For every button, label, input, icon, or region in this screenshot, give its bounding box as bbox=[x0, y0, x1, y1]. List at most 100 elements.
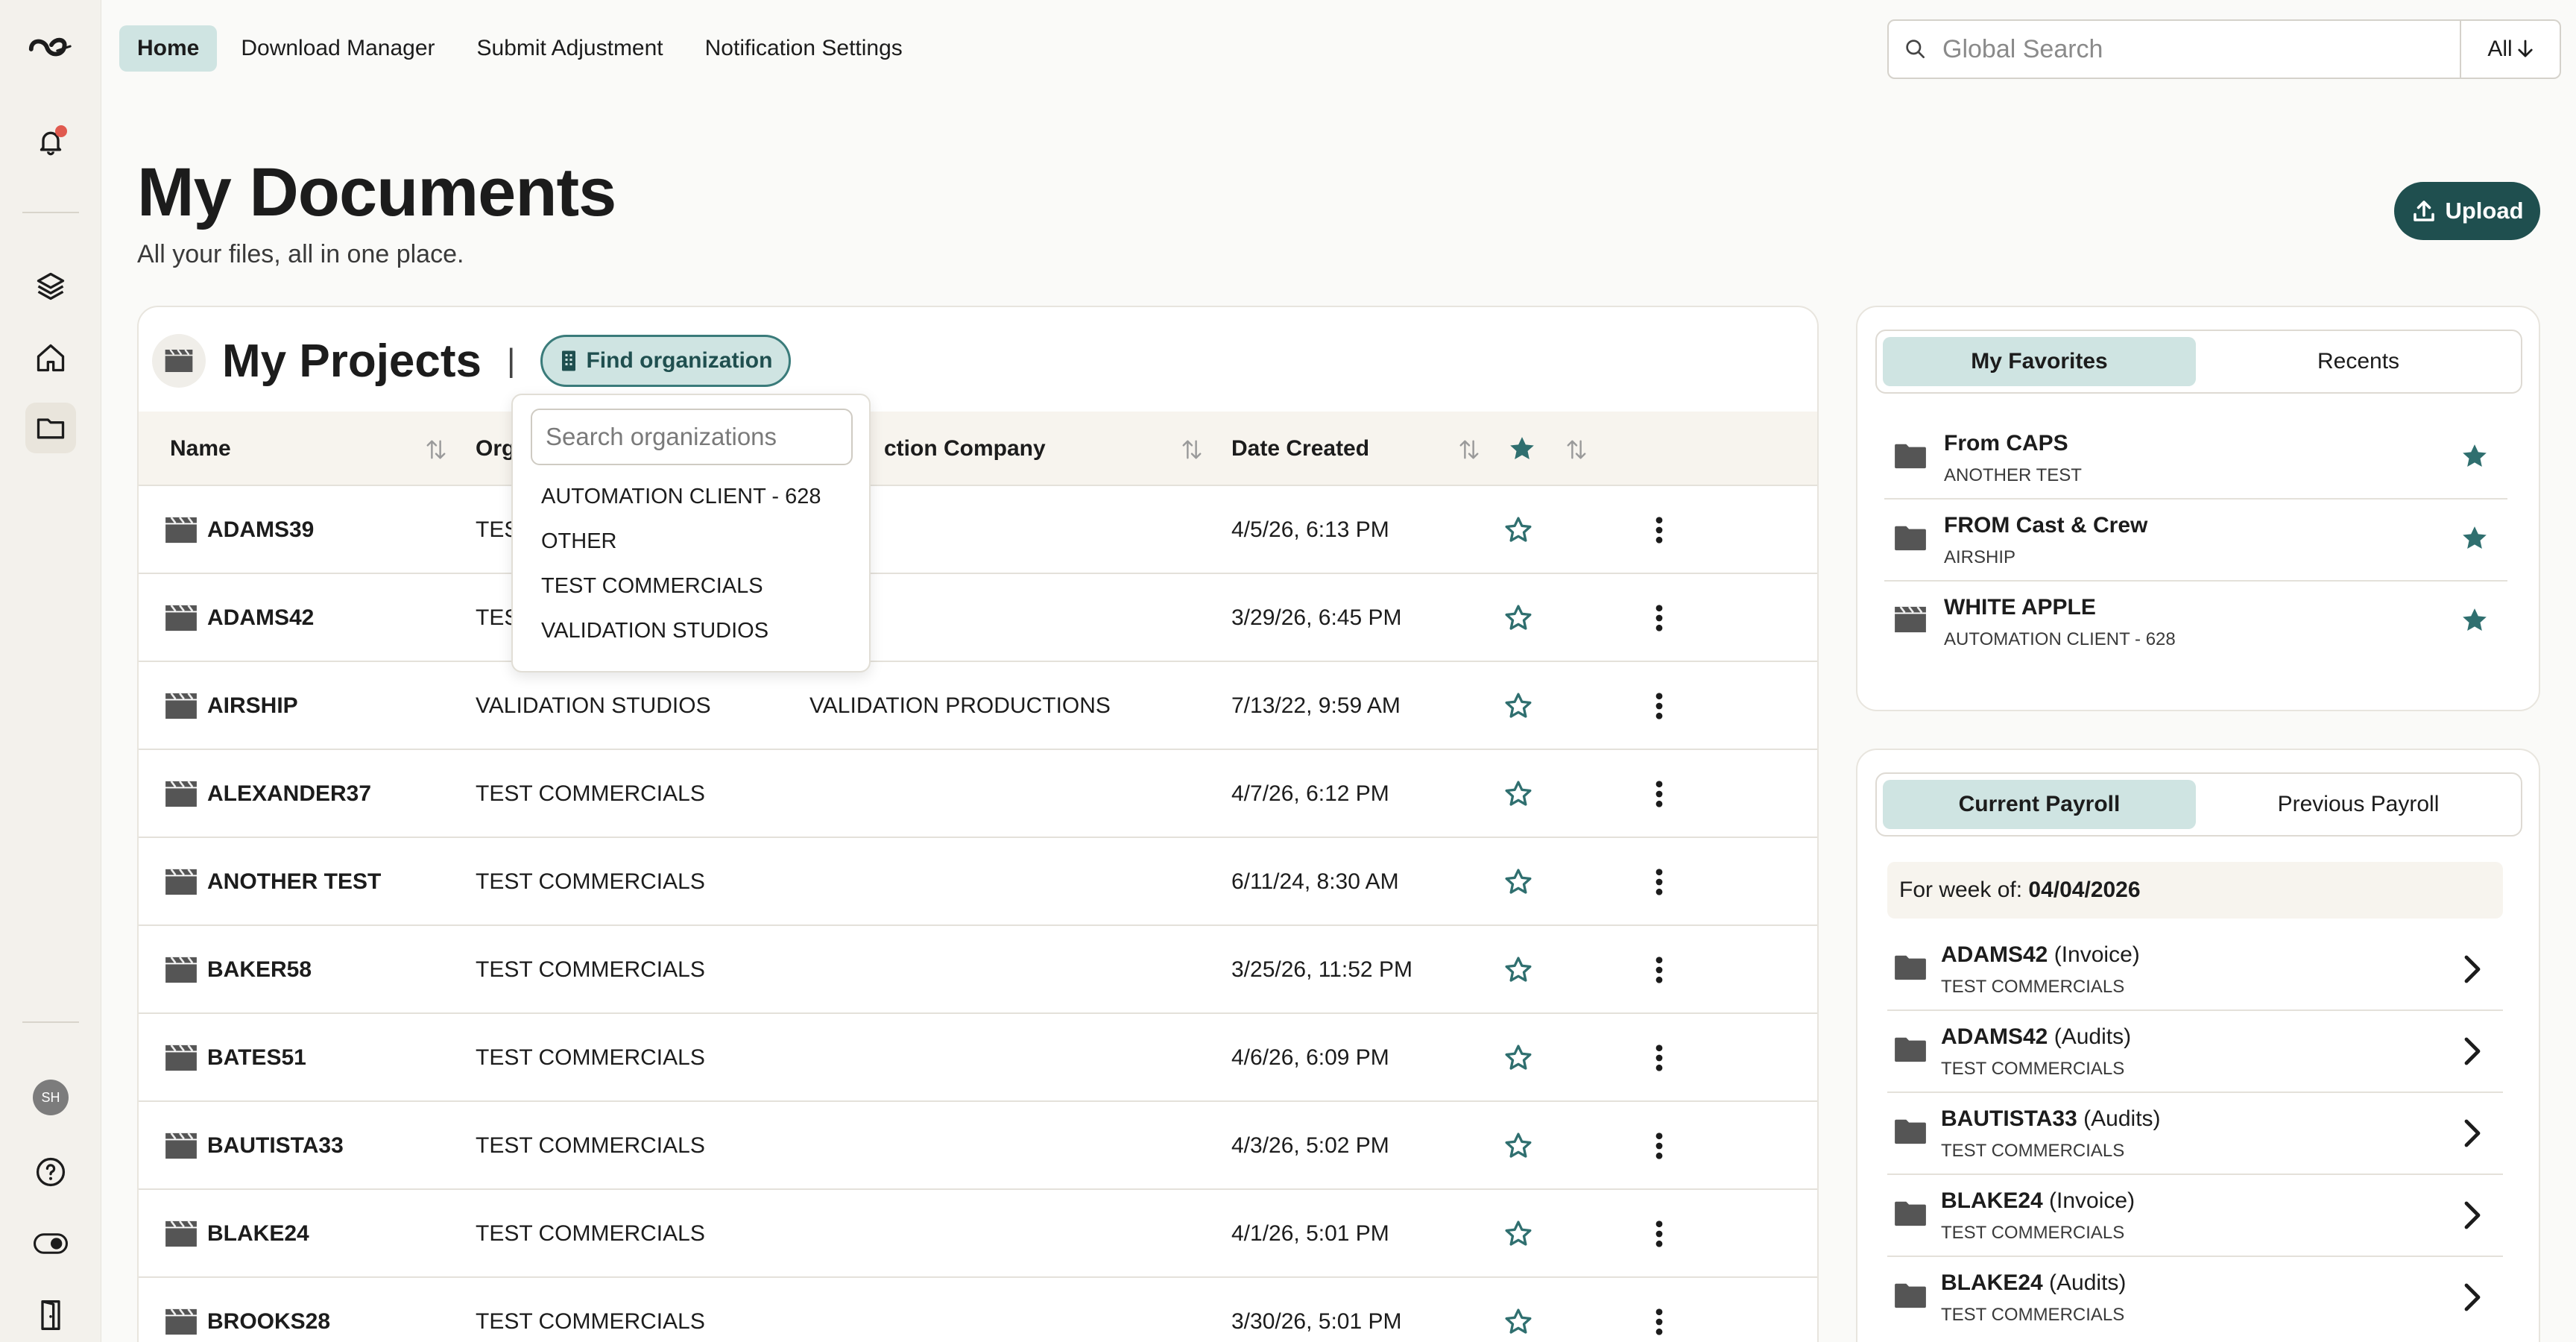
chevron-right-icon[interactable] bbox=[2463, 1200, 2482, 1234]
more-options-icon[interactable] bbox=[1644, 486, 1674, 574]
project-name-cell[interactable]: BATES51 bbox=[164, 1014, 306, 1102]
organization-option[interactable]: VALIDATION STUDIOS bbox=[541, 619, 768, 643]
favorite-star-icon[interactable] bbox=[1500, 1014, 1537, 1102]
tab-download-manager[interactable]: Download Manager bbox=[223, 25, 452, 72]
sort-icon[interactable] bbox=[1181, 438, 1203, 461]
tab-current-payroll[interactable]: Current Payroll bbox=[1883, 780, 2196, 829]
more-options-icon[interactable] bbox=[1644, 1278, 1674, 1342]
sidebar-item-home[interactable] bbox=[25, 333, 76, 383]
star-filled-icon[interactable] bbox=[2460, 605, 2490, 639]
organization-option[interactable]: AUTOMATION CLIENT - 628 bbox=[541, 485, 821, 509]
favorite-item[interactable]: FROM Cast & Crew AIRSHIP bbox=[1884, 500, 2507, 582]
project-name-cell[interactable]: BAUTISTA33 bbox=[164, 1102, 344, 1190]
payroll-item[interactable]: BAUTISTA33 (Audits) TEST COMMERCIALS bbox=[1887, 1093, 2503, 1175]
search-scope-label: All bbox=[2487, 37, 2513, 61]
upload-button[interactable]: Upload bbox=[2394, 182, 2540, 240]
project-name-cell[interactable]: AIRSHIP bbox=[164, 662, 298, 750]
favorite-star-icon[interactable] bbox=[1500, 838, 1537, 926]
favorite-star-icon[interactable] bbox=[1500, 926, 1537, 1014]
more-options-icon[interactable] bbox=[1644, 838, 1674, 926]
chevron-right-icon[interactable] bbox=[2463, 954, 2482, 988]
more-options-icon[interactable] bbox=[1644, 750, 1674, 838]
project-name-cell[interactable]: ANOTHER TEST bbox=[164, 838, 381, 926]
clapperboard-icon bbox=[164, 868, 198, 896]
favorite-star-icon[interactable] bbox=[1500, 1278, 1537, 1342]
tab-home[interactable]: Home bbox=[119, 25, 218, 72]
project-name-cell[interactable]: ADAMS42 bbox=[164, 574, 314, 662]
tab-notification-settings[interactable]: Notification Settings bbox=[687, 25, 921, 72]
project-name-cell[interactable]: BAKER58 bbox=[164, 926, 312, 1014]
payroll-item-name: ADAMS42 bbox=[1941, 942, 2048, 967]
sort-icon[interactable] bbox=[1458, 438, 1480, 461]
table-row[interactable]: AIRSHIP VALIDATION STUDIOS VALIDATION PROD… bbox=[139, 662, 1817, 750]
column-header-date-created[interactable]: Date Created bbox=[1231, 412, 1369, 486]
chevron-right-icon[interactable] bbox=[2463, 1036, 2482, 1070]
help-button[interactable] bbox=[25, 1147, 76, 1197]
more-options-icon[interactable] bbox=[1644, 1014, 1674, 1102]
favorite-star-icon[interactable] bbox=[1500, 574, 1537, 662]
project-name-cell[interactable]: ALEXANDER37 bbox=[164, 750, 371, 838]
app-logo[interactable] bbox=[25, 22, 76, 73]
project-name-cell[interactable]: BROOKS28 bbox=[164, 1278, 330, 1342]
column-header-production-company[interactable]: ction Company bbox=[884, 412, 1046, 486]
sidebar-item-documents[interactable] bbox=[25, 403, 76, 453]
payroll-item[interactable]: ADAMS42 (Invoice) TEST COMMERCIALS bbox=[1887, 929, 2503, 1011]
favorite-star-icon[interactable] bbox=[1500, 662, 1537, 750]
more-options-icon[interactable] bbox=[1644, 662, 1674, 750]
theme-toggle[interactable] bbox=[25, 1218, 76, 1269]
tab-previous-payroll[interactable]: Previous Payroll bbox=[2202, 780, 2515, 829]
project-name-cell[interactable]: BLAKE24 bbox=[164, 1190, 309, 1278]
chevron-right-icon[interactable] bbox=[2463, 1282, 2482, 1316]
tab-my-favorites[interactable]: My Favorites bbox=[1883, 337, 2196, 386]
favorite-star-icon[interactable] bbox=[1500, 1102, 1537, 1190]
table-row[interactable]: BATES51 TEST COMMERCIALS 4/6/26, 6:09 PM bbox=[139, 1014, 1817, 1102]
search-scope-select[interactable]: All bbox=[2460, 21, 2560, 78]
tab-recents[interactable]: Recents bbox=[2202, 337, 2515, 386]
project-name-cell[interactable]: ADAMS39 bbox=[164, 486, 314, 574]
tab-submit-adjustment[interactable]: Submit Adjustment bbox=[459, 25, 681, 72]
date-created-cell: 3/30/26, 5:01 PM bbox=[1231, 1309, 1402, 1334]
folder-icon bbox=[1893, 1035, 1928, 1067]
user-avatar-button[interactable]: SH bbox=[25, 1072, 76, 1123]
favorite-star-icon[interactable] bbox=[1500, 486, 1537, 574]
star-filled-icon[interactable] bbox=[2460, 441, 2490, 475]
organization-option[interactable]: OTHER bbox=[541, 529, 617, 554]
favorite-star-icon[interactable] bbox=[1500, 1190, 1537, 1278]
table-row[interactable]: ADAMS39 TES 4/5/26, 6:13 PM bbox=[139, 486, 1817, 574]
organization-search-input[interactable] bbox=[531, 409, 853, 465]
clapperboard-icon bbox=[164, 1044, 198, 1072]
sidebar-item-layers[interactable] bbox=[25, 261, 76, 312]
payroll-item[interactable]: ADAMS42 (Audits) TEST COMMERCIALS bbox=[1887, 1011, 2503, 1093]
table-row[interactable]: BAKER58 TEST COMMERCIALS 3/25/26, 11:52 PM bbox=[139, 926, 1817, 1014]
column-header-organization[interactable]: Org bbox=[476, 412, 515, 486]
table-row[interactable]: ALEXANDER37 TEST COMMERCIALS 4/7/26, 6:12 … bbox=[139, 750, 1817, 838]
payroll-item[interactable]: BLAKE24 (Audits) TEST COMMERCIALS bbox=[1887, 1257, 2503, 1339]
more-options-icon[interactable] bbox=[1644, 574, 1674, 662]
favorite-item[interactable]: WHITE APPLE AUTOMATION CLIENT - 628 bbox=[1884, 582, 2507, 664]
global-search-input[interactable] bbox=[1942, 34, 2460, 64]
organization-cell: TEST COMMERCIALS bbox=[476, 869, 705, 894]
table-row[interactable]: BAUTISTA33 TEST COMMERCIALS 4/3/26, 5:02 P… bbox=[139, 1102, 1817, 1190]
sort-icon[interactable] bbox=[425, 438, 447, 461]
find-organization-button[interactable]: Find organization bbox=[540, 335, 792, 387]
table-row[interactable]: BROOKS28 TEST COMMERCIALS 3/30/26, 5:01 PM bbox=[139, 1278, 1817, 1342]
more-options-icon[interactable] bbox=[1644, 1102, 1674, 1190]
payroll-item[interactable]: BLAKE24 (Invoice) TEST COMMERCIALS bbox=[1887, 1175, 2503, 1257]
table-row[interactable]: ADAMS42 TES 3/29/26, 6:45 PM bbox=[139, 574, 1817, 662]
favorite-star-icon[interactable] bbox=[1500, 750, 1537, 838]
favorite-item[interactable]: From CAPS ANOTHER TEST bbox=[1884, 418, 2507, 500]
organization-cell: TEST COMMERCIALS bbox=[476, 781, 705, 806]
table-row[interactable]: BLAKE24 TEST COMMERCIALS 4/1/26, 5:01 PM bbox=[139, 1190, 1817, 1278]
organization-option[interactable]: TEST COMMERCIALS bbox=[541, 574, 763, 599]
layers-icon bbox=[37, 272, 65, 300]
notifications-button[interactable] bbox=[25, 116, 76, 167]
more-options-icon[interactable] bbox=[1644, 926, 1674, 1014]
column-header-name[interactable]: Name bbox=[170, 412, 231, 486]
logout-button[interactable] bbox=[25, 1290, 76, 1341]
table-row[interactable]: ANOTHER TEST TEST COMMERCIALS 6/11/24, 8:3… bbox=[139, 838, 1817, 926]
sort-icon[interactable] bbox=[1565, 438, 1588, 461]
chevron-right-icon[interactable] bbox=[2463, 1118, 2482, 1152]
more-options-icon[interactable] bbox=[1644, 1190, 1674, 1278]
payroll-item-subtitle: TEST COMMERCIALS bbox=[1941, 1059, 2125, 1079]
star-filled-icon[interactable] bbox=[2460, 523, 2490, 557]
